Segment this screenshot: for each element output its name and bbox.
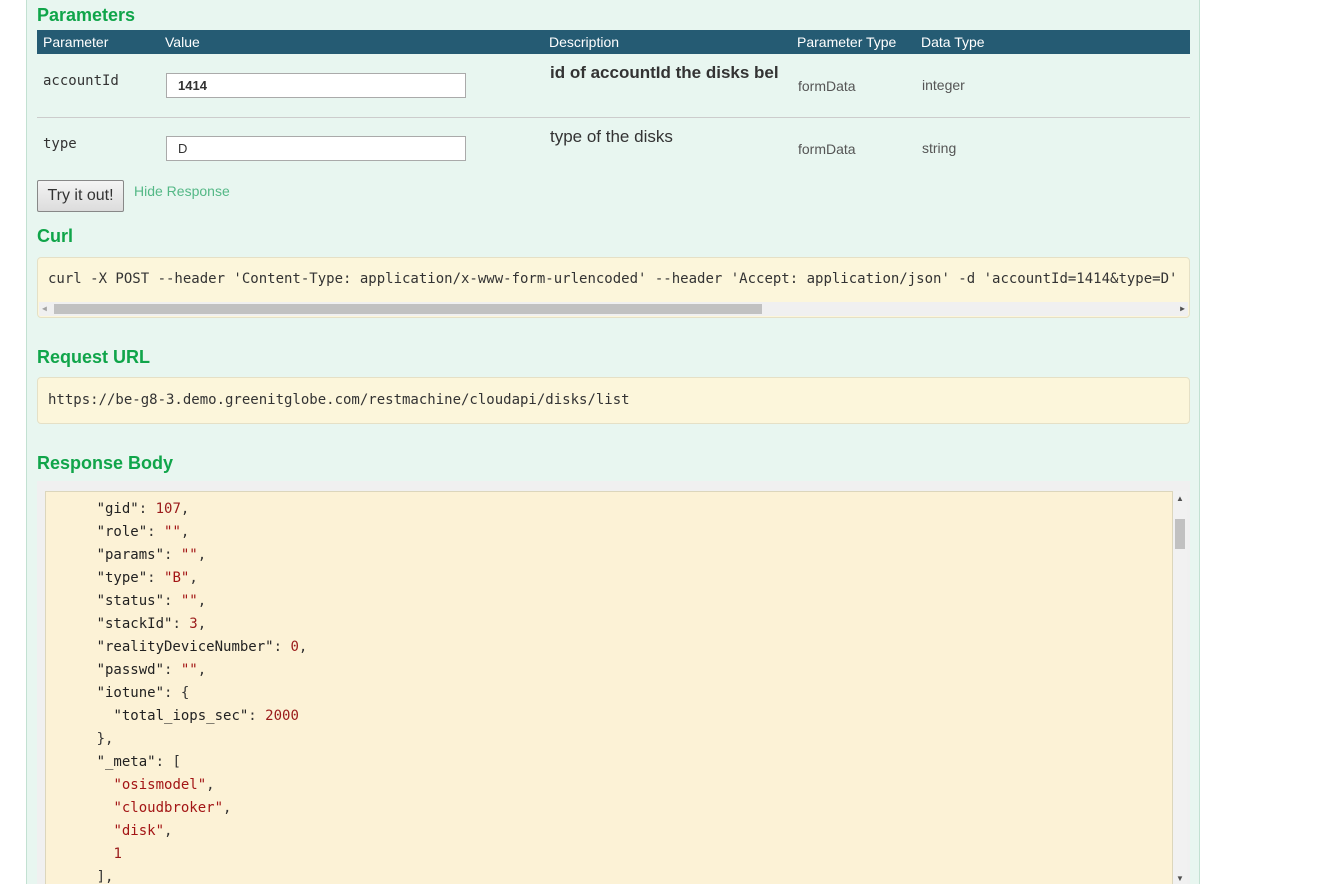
scroll-down-icon[interactable]: ▼ [1176, 875, 1184, 883]
horizontal-scrollbar[interactable]: ◀ ▶ [39, 302, 1188, 316]
parameters-heading: Parameters [37, 5, 136, 25]
response-line: "gid": 107, [96, 501, 190, 517]
response-line: 1 [113, 846, 122, 862]
request-url-heading: Request URL [37, 347, 151, 367]
response-line: }, [46, 731, 114, 747]
response-line: "passwd": "", [96, 662, 207, 678]
response-lines: "gid": 107, "role": "", "params": "", "t… [46, 498, 308, 884]
response-line: "role": "", [96, 524, 190, 540]
scroll-up-icon[interactable]: ▲ [1176, 495, 1184, 503]
header-description: Description [549, 34, 620, 50]
response-line: "_meta": [ [96, 754, 181, 770]
response-line: ], [46, 869, 114, 884]
response-line: "status": "", [96, 593, 207, 609]
response-line: "iotune": { [96, 685, 190, 701]
header-parameter-type: Parameter Type [797, 34, 897, 50]
response-line: "cloudbroker", [113, 800, 232, 816]
response-body-heading: Response Body [37, 453, 174, 473]
response-line: "params": "", [96, 547, 207, 563]
param-name: accountId [43, 73, 119, 89]
parameters-table: Parameter Value Description Parameter Ty… [37, 30, 1190, 181]
response-line: "total_iops_sec": 2000 [113, 708, 299, 724]
scroll-right-icon[interactable]: ▶ [1180, 305, 1185, 313]
scrollbar-thumb[interactable] [54, 304, 762, 314]
param-name: type [43, 136, 77, 152]
header-value: Value [165, 34, 200, 50]
response-line: "disk", [113, 823, 173, 839]
param-type: formData [798, 78, 856, 94]
param-description: type of the disks [550, 127, 673, 146]
curl-box: curl -X POST --header 'Content-Type: app… [37, 257, 1190, 318]
param-type: formData [798, 141, 856, 157]
scrollbar-thumb[interactable] [1175, 519, 1185, 549]
header-data-type: Data Type [921, 34, 985, 50]
param-row-type: type type of the disks formData string [37, 118, 1190, 181]
hide-response-link[interactable]: Hide Response [134, 183, 230, 199]
response-line: "osismodel", [113, 777, 215, 793]
request-url-text: https://be-g8-3.demo.greenitglobe.com/re… [48, 392, 630, 408]
accountid-input[interactable] [166, 73, 466, 98]
param-description: id of accountId the disks bel [550, 63, 779, 82]
response-line: "type": "B", [96, 570, 198, 586]
data-type: string [922, 140, 957, 156]
curl-heading: Curl [37, 226, 73, 246]
table-header: Parameter Value Description Parameter Ty… [37, 30, 1190, 54]
type-input[interactable] [166, 136, 466, 161]
request-url-box: https://be-g8-3.demo.greenitglobe.com/re… [37, 377, 1190, 424]
response-line: "stackId": 3, [96, 616, 207, 632]
scroll-left-icon[interactable]: ◀ [42, 305, 47, 313]
data-type: integer [922, 77, 965, 93]
header-parameter: Parameter [43, 34, 109, 50]
curl-command: curl -X POST --header 'Content-Type: app… [48, 271, 1188, 287]
param-row-accountid: accountId id of accountId the disks bel … [37, 54, 1190, 118]
try-it-out-button[interactable]: Try it out! [37, 180, 124, 212]
response-body-container: "gid": 107, "role": "", "params": "", "t… [37, 481, 1190, 884]
response-body-code: "gid": 107, "role": "", "params": "", "t… [45, 491, 1173, 884]
vertical-scrollbar[interactable]: ▲ ▼ [1173, 491, 1187, 884]
response-line: "realityDeviceNumber": 0, [96, 639, 308, 655]
